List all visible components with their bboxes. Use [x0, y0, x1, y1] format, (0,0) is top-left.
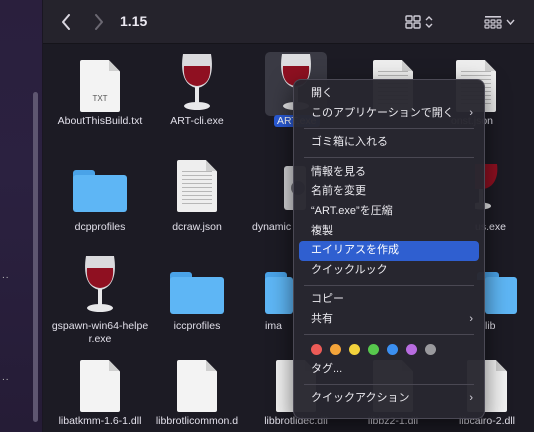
json-file-icon — [177, 160, 217, 212]
file-item[interactable]: ART-cli.exe — [147, 44, 247, 128]
file-item[interactable]: gspawn-win64-helper.exe — [50, 248, 150, 346]
file-item[interactable]: iccprofiles — [147, 248, 247, 333]
window-title: 1.15 — [120, 13, 148, 29]
sidebar-truncated-item[interactable]: .. — [2, 270, 10, 281]
text-file-icon: TXT — [80, 60, 120, 112]
menu-separator — [304, 334, 474, 336]
tag-green[interactable] — [368, 344, 379, 356]
file-item[interactable]: libatkmm-1.6-1.dll — [50, 354, 150, 428]
dll-file-icon — [177, 360, 217, 412]
chevron-right-icon — [95, 14, 103, 30]
file-item[interactable]: libbrotlicommon.d — [147, 354, 247, 428]
menu-item-open[interactable]: 開く — [299, 84, 479, 104]
grid-icon — [405, 15, 421, 29]
sidebar-scrollbar[interactable] — [33, 92, 38, 422]
tag-red[interactable] — [311, 344, 322, 356]
file-name: gspawn-win64-helper.exe — [51, 320, 149, 345]
menu-item-quick-actions[interactable]: クイックアクション › — [299, 389, 479, 409]
chevron-right-icon: › — [469, 392, 473, 405]
file-name: ART-cli.exe — [170, 115, 224, 127]
tag-orange[interactable] — [330, 344, 341, 356]
group-grid-icon — [484, 16, 502, 29]
wine-glass-icon — [85, 256, 115, 312]
dll-file-icon — [80, 360, 120, 412]
context-menu: 開く このアプリケーションで開く › ゴミ箱に入れる 情報を見る 名前を変更 “… — [293, 79, 485, 419]
file-item[interactable]: dcpprofiles — [50, 148, 150, 234]
view-mode-button[interactable] — [405, 13, 433, 31]
file-item[interactable]: TXT AboutThisBuild.txt — [50, 44, 150, 128]
tag-blue[interactable] — [387, 344, 398, 356]
menu-item-rename[interactable]: 名前を変更 — [299, 182, 479, 202]
file-name: AboutThisBuild.txt — [57, 115, 143, 127]
folder-icon — [477, 272, 517, 314]
file-name: iccprofiles — [173, 320, 221, 332]
menu-item-get-info[interactable]: 情報を見る — [299, 163, 479, 183]
file-name: libbrotlicommon.d — [155, 415, 239, 427]
menu-item-label: 共有 — [311, 312, 333, 325]
menu-item-tags[interactable]: タグ... — [299, 360, 479, 380]
file-item[interactable]: dcraw.json — [147, 148, 247, 234]
folder-icon — [170, 272, 224, 314]
menu-separator — [304, 284, 474, 286]
chevron-down-icon — [506, 19, 515, 26]
menu-item-make-alias[interactable]: エイリアスを作成 — [299, 241, 479, 261]
forward-button[interactable] — [90, 12, 108, 32]
back-button[interactable] — [57, 12, 75, 32]
menu-item-compress[interactable]: “ART.exe”を圧縮 — [299, 202, 479, 222]
menu-separator — [304, 383, 474, 385]
menu-item-label: このアプリケーションで開く — [311, 106, 454, 119]
wine-glass-icon — [182, 54, 212, 110]
menu-separator — [304, 157, 474, 159]
menu-item-label: クイックアクション — [311, 392, 410, 405]
menu-item-duplicate[interactable]: 複製 — [299, 222, 479, 242]
menu-item-open-with[interactable]: このアプリケーションで開く › — [299, 104, 479, 124]
chevron-right-icon: › — [469, 312, 473, 325]
sidebar: .. .. — [0, 0, 43, 432]
file-name: lib — [485, 320, 496, 332]
file-name: dcraw.json — [172, 221, 222, 233]
tag-gray[interactable] — [425, 344, 436, 356]
toolbar: 1.15 — [43, 0, 534, 44]
tag-purple[interactable] — [406, 344, 417, 356]
folder-icon — [265, 272, 293, 314]
file-name: libatkmm-1.6-1.dll — [58, 415, 142, 427]
menu-item-copy[interactable]: コピー — [299, 290, 479, 310]
group-by-button[interactable] — [484, 13, 515, 31]
chevron-left-icon — [62, 14, 70, 30]
file-item[interactable]: lib — [477, 248, 534, 333]
menu-item-quick-look[interactable]: クイックルック — [299, 261, 479, 281]
folder-icon — [73, 170, 127, 212]
chevron-updown-icon — [425, 16, 433, 28]
chevron-right-icon: › — [469, 106, 473, 119]
tag-color-row — [294, 340, 484, 360]
tag-yellow[interactable] — [349, 344, 360, 356]
menu-item-move-to-trash[interactable]: ゴミ箱に入れる — [299, 133, 479, 153]
file-name: dcpprofiles — [74, 221, 126, 233]
menu-item-share[interactable]: 共有 › — [299, 310, 479, 330]
sidebar-truncated-item[interactable]: .. — [2, 372, 10, 383]
menu-separator — [304, 127, 474, 129]
